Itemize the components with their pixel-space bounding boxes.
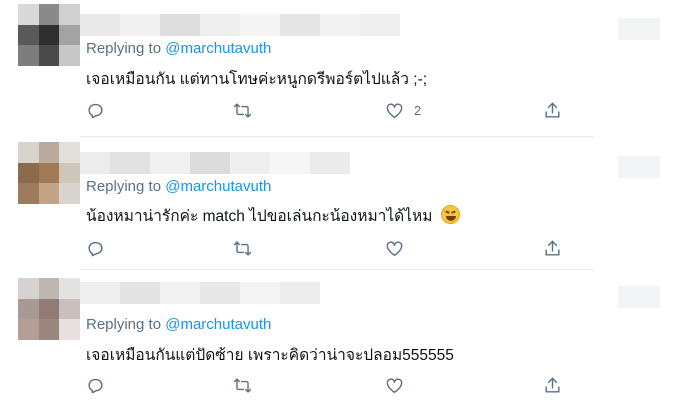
mention-link[interactable]: @marchutavuth [165,40,271,57]
reply-tweet-2[interactable]: Replying to @marchutavuth น้องหมาน่ารักค… [0,138,674,268]
tweet-text: เจอเหมือนกันแต่ปัดซ้าย เพราะคิดว่าน่าจะป… [86,347,454,364]
avatar[interactable] [18,4,80,66]
retweet-button[interactable] [233,237,252,259]
avatar[interactable] [18,278,80,340]
timestamp-blurred [618,156,660,178]
grinning-squinting-face-emoji [440,205,460,224]
mention-link[interactable]: @marchutavuth [165,316,271,333]
like-icon [386,377,403,393]
share-button[interactable] [543,374,562,396]
action-bar [86,237,576,259]
reply-icon [88,241,103,256]
action-bar [86,374,576,396]
share-button[interactable] [543,237,562,259]
divider [80,136,594,137]
share-icon [545,102,560,118]
timestamp-blurred [618,286,660,308]
replying-to-label: Replying to [86,178,162,195]
share-button[interactable] [543,99,562,121]
mention-link[interactable]: @marchutavuth [165,178,271,195]
reply-button[interactable] [86,237,105,259]
timestamp-blurred [618,18,660,40]
like-icon [386,240,403,256]
action-bar: 2 [86,99,576,121]
like-icon [386,102,403,118]
tweet-text: เจอเหมือนกัน แต่ทานโทษค่ะหนูกดรีพอร์ตไปแ… [86,71,428,88]
author-name-blurred [80,152,640,174]
reply-icon [88,378,103,393]
retweet-button[interactable] [233,99,252,121]
like-count: 2 [414,102,422,118]
share-icon [545,377,560,393]
retweet-icon [233,240,252,256]
like-button[interactable] [385,374,414,396]
share-icon [545,240,560,256]
reply-button[interactable] [86,99,105,121]
like-button[interactable]: 2 [385,99,421,121]
replying-to-line: Replying to @marchutavuth [86,40,271,57]
retweet-button[interactable] [233,374,252,396]
replying-to-label: Replying to [86,40,162,57]
retweet-icon [233,102,252,118]
tweet-text-line: น้องหมาน่ารักค่ะ match ไปขอเล่นกะน้องหมา… [86,203,460,228]
reply-tweet-1[interactable]: Replying to @marchutavuth เจอเหมือนกัน แ… [0,0,674,137]
reply-tweet-3[interactable]: Replying to @marchutavuth เจอเหมือนกันแต… [0,270,674,409]
retweet-icon [233,377,252,393]
author-name-blurred [80,14,640,36]
like-button[interactable] [385,237,414,259]
replying-to-line: Replying to @marchutavuth [86,316,271,333]
tweet-text: น้องหมาน่ารักค่ะ match ไปขอเล่นกะน้องหมา… [86,208,433,225]
replying-to-line: Replying to @marchutavuth [86,178,271,195]
author-name-blurred [80,282,640,304]
reply-icon [88,103,103,118]
replying-to-label: Replying to [86,316,162,333]
avatar[interactable] [18,142,80,204]
reply-button[interactable] [86,374,105,396]
